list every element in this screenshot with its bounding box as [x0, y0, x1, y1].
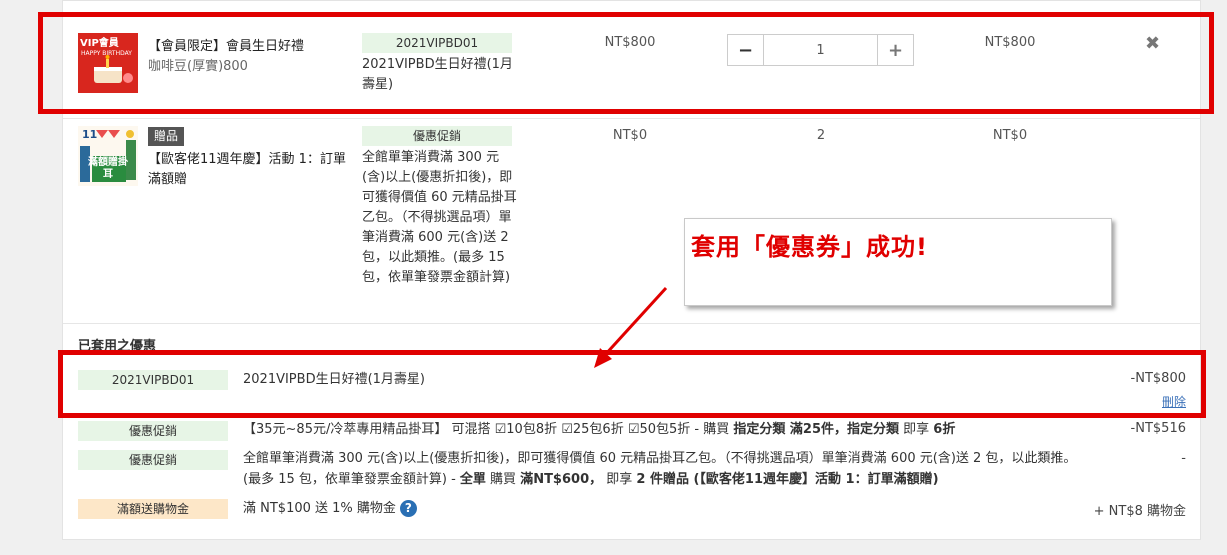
quantity-value: 2 — [816, 128, 826, 143]
thumbnail-gift-text: 滿額贈掛耳 — [88, 157, 128, 180]
increase-quantity-button[interactable]: + — [877, 35, 913, 65]
promo-text: 購買 — [485, 472, 521, 487]
promo-tag: 優惠促銷 — [362, 126, 512, 146]
coupon-tag: 2021VIPBD01 — [78, 370, 228, 390]
cashback-description: 滿 NT$100 送 1% 購物金? — [243, 498, 417, 519]
product-name[interactable]: 【會員限定】會員生日好禮 咖啡豆(厚實)800 — [148, 37, 348, 77]
applied-promotions-heading: 已套用之優惠 — [78, 339, 157, 354]
promo-text: 【35元~85元/冷萃專用精品掛耳】 可混搭 ☑10包8折 ☑25包6折 ☑50… — [243, 422, 734, 437]
product-name[interactable]: 贈品 【歐客佬11週年慶】活動 1：訂單滿額贈 — [148, 127, 348, 190]
delete-coupon-link-wrap: 刪除 — [1100, 393, 1186, 410]
row-divider — [63, 118, 1200, 119]
cashback-tag: 滿額送購物金 — [78, 499, 228, 519]
promo-amount: -NT$516 — [1130, 421, 1186, 436]
cashback-amount: + NT$8 購物金 — [1093, 504, 1186, 519]
product-variant: 咖啡豆(厚實)800 — [148, 59, 248, 74]
success-callout: 套用「優惠券」成功! — [684, 218, 1112, 306]
promo-amount: - — [1181, 451, 1186, 466]
product-thumbnail-birthday[interactable]: VIP會員 HAPPY BIRTHDAY — [78, 33, 138, 93]
promo-tag: 優惠促銷 — [78, 421, 228, 441]
promo-description: 2021VIPBD生日好禮(1月壽星) — [362, 57, 513, 92]
promo-tag: 2021VIPBD01 — [362, 33, 512, 53]
promo-text: 即享 — [899, 422, 934, 437]
remove-item-icon[interactable]: ✖ — [1145, 33, 1160, 54]
coupon-description: 2021VIPBD生日好禮(1月壽星) — [243, 372, 425, 387]
product-title[interactable]: 【歐客佬11週年慶】活動 1：訂單滿額贈 — [148, 150, 348, 190]
delete-coupon-link[interactable]: 刪除 — [1162, 395, 1186, 409]
callout-arrow-icon — [594, 286, 668, 368]
item-subtotal: NT$0 — [992, 128, 1028, 143]
promo-text: 滿 NT$100 送 1% 購物金 — [243, 501, 396, 516]
promo-description: 【35元~85元/冷萃專用精品掛耳】 可混搭 ☑10包8折 ☑25包6折 ☑50… — [243, 419, 1083, 440]
promo-text-bold: 指定分類 滿25件，指定分類 — [733, 422, 900, 437]
promo-tag: 優惠促銷 — [78, 450, 228, 470]
promo-text-bold: 滿NT$600， — [520, 472, 603, 487]
thumbnail-birthday-text: HAPPY BIRTHDAY — [81, 50, 132, 57]
quantity-stepper[interactable]: − + — [727, 34, 914, 66]
thumbnail-number: 11 — [82, 128, 98, 141]
promo-description: 全館單筆消費滿 300 元(含)以上(優惠折扣後)，即可獲得價值 60 元精品掛… — [362, 150, 517, 285]
promo-text: 即享 — [602, 472, 637, 487]
promo-text-bold: 2 件贈品 (【歐客佬11週年慶】活動 1：訂單滿額贈) — [636, 472, 939, 487]
quantity-input[interactable] — [764, 35, 877, 65]
gift-badge: 贈品 — [148, 127, 185, 146]
promo-text-bold: 全單 — [459, 472, 486, 487]
thumbnail-vip-text: VIP會員 — [80, 38, 119, 49]
product-title[interactable]: 【會員限定】會員生日好禮 — [148, 37, 348, 57]
unit-price: NT$0 — [612, 128, 648, 143]
promo-text-bold: 6折 — [933, 422, 956, 437]
help-icon[interactable]: ? — [399, 500, 417, 517]
unit-price: NT$800 — [604, 35, 656, 50]
item-subtotal: NT$800 — [984, 35, 1036, 50]
success-callout-text: 套用「優惠券」成功! — [691, 233, 928, 261]
product-thumbnail-gift[interactable]: 11 滿額贈掛耳 — [78, 126, 138, 186]
decrease-quantity-button[interactable]: − — [728, 35, 764, 65]
promo-description: 全館單筆消費滿 300 元(含)以上(優惠折扣後)，即可獲得價值 60 元精品掛… — [243, 448, 1083, 490]
coupon-amount: -NT$800 — [1130, 371, 1186, 386]
